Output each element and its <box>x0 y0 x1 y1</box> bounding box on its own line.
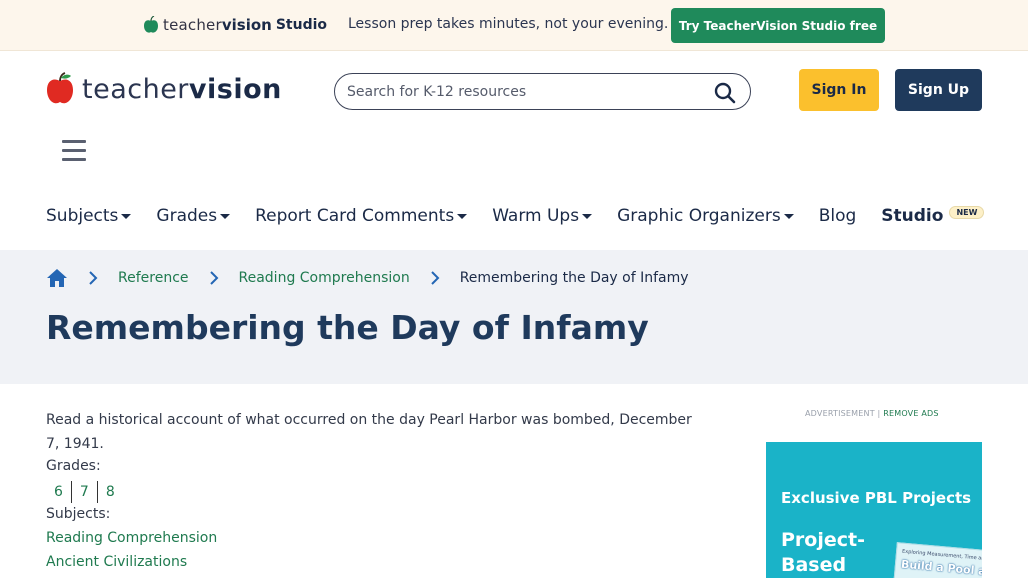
page-hero: Reference Reading Comprehension Remember… <box>0 250 1028 384</box>
chevron-right-icon <box>89 271 98 285</box>
logo-word-vision: vision <box>221 16 272 34</box>
nav-label: Report Card Comments <box>255 206 455 226</box>
logo-word-studio: Studio <box>275 17 328 33</box>
ad-card-title: Build a Pool at <box>900 557 982 578</box>
home-icon[interactable] <box>46 268 68 288</box>
nav-item-studio[interactable]: Studio NEW <box>881 205 985 226</box>
grade-link[interactable]: 8 <box>98 481 123 503</box>
apple-logo-icon <box>144 16 158 33</box>
hamburger-line <box>62 158 86 161</box>
apple-logo-icon <box>47 72 73 104</box>
subject-link[interactable]: Ancient Civilizations <box>46 554 187 570</box>
nav-item-subjects[interactable]: Subjects <box>46 206 132 226</box>
nav-label: Warm Ups <box>492 206 580 226</box>
search-box <box>334 73 751 110</box>
nav-label: Studio <box>881 206 944 226</box>
search-input[interactable] <box>347 82 707 102</box>
grades-list: 6 7 8 <box>46 480 123 504</box>
hamburger-menu-icon[interactable] <box>62 140 86 162</box>
nav-item-report-card-comments[interactable]: Report Card Comments <box>255 206 468 226</box>
caret-down-icon <box>220 213 231 219</box>
breadcrumb-current: Remembering the Day of Infamy <box>459 270 689 286</box>
caret-down-icon <box>121 213 132 219</box>
new-badge: NEW <box>949 205 985 219</box>
chevron-right-icon <box>430 271 440 285</box>
sign-in-button[interactable]: Sign In <box>799 69 879 111</box>
nav-item-blog[interactable]: Blog <box>819 206 857 226</box>
resource-description: Read a historical account of what occurr… <box>46 412 692 452</box>
promo-text: Lesson prep takes minutes, not your even… <box>348 16 669 32</box>
site-logo[interactable]: teacher vision <box>46 71 282 107</box>
breadcrumb-reading-comprehension[interactable]: Reading Comprehension <box>239 270 410 286</box>
breadcrumb-reference[interactable]: Reference <box>118 270 189 286</box>
try-studio-button[interactable]: Try TeacherVision Studio free <box>671 8 885 43</box>
caret-down-icon <box>457 213 468 219</box>
nav-label: Graphic Organizers <box>617 206 781 226</box>
logo-word-vision: vision <box>188 73 282 105</box>
subject-link[interactable]: Reading Comprehension <box>46 530 217 546</box>
hamburger-line <box>62 140 86 143</box>
logo-word-teacher: teacher <box>163 16 222 34</box>
advertisement-banner[interactable]: Exclusive PBL Projects Project-Based Lea… <box>766 442 982 578</box>
main-nav: Subjects Grades Report Card Comments War… <box>46 203 1009 229</box>
page-title: Remembering the Day of Infamy <box>46 308 649 347</box>
nav-item-grades[interactable]: Grades <box>156 206 231 226</box>
subjects-label: Subjects: <box>46 506 111 522</box>
ad-heading: Exclusive PBL Projects <box>781 489 972 507</box>
nav-label: Blog <box>818 206 857 226</box>
promo-banner: teacher vision Studio Lesson prep takes … <box>0 0 1028 51</box>
grades-label: Grades: <box>46 458 101 474</box>
breadcrumb: Reference Reading Comprehension Remember… <box>46 266 689 290</box>
grade-link[interactable]: 7 <box>72 481 98 503</box>
nav-item-graphic-organizers[interactable]: Graphic Organizers <box>617 206 794 226</box>
hamburger-line <box>62 149 86 152</box>
caret-down-icon <box>783 213 794 219</box>
search-icon[interactable] <box>714 82 736 104</box>
nav-item-warm-ups[interactable]: Warm Ups <box>492 206 593 226</box>
studio-logo[interactable]: teacher vision Studio <box>143 15 327 35</box>
advertisement-text: ADVERTISEMENT | <box>805 409 881 418</box>
sign-up-button[interactable]: Sign Up <box>895 69 982 111</box>
ad-label: ADVERTISEMENT | REMOVE ADS <box>805 409 939 418</box>
nav-label: Grades <box>156 206 218 226</box>
caret-down-icon <box>582 213 593 219</box>
remove-ads-link[interactable]: REMOVE ADS <box>883 409 938 418</box>
ad-preview-card: Exploring Measurement, Time and Grouping… <box>893 542 982 578</box>
nav-label: Subjects <box>46 206 119 226</box>
chevron-right-icon <box>209 271 218 285</box>
grade-link[interactable]: 6 <box>46 481 72 503</box>
logo-word-teacher: teacher <box>82 73 189 105</box>
